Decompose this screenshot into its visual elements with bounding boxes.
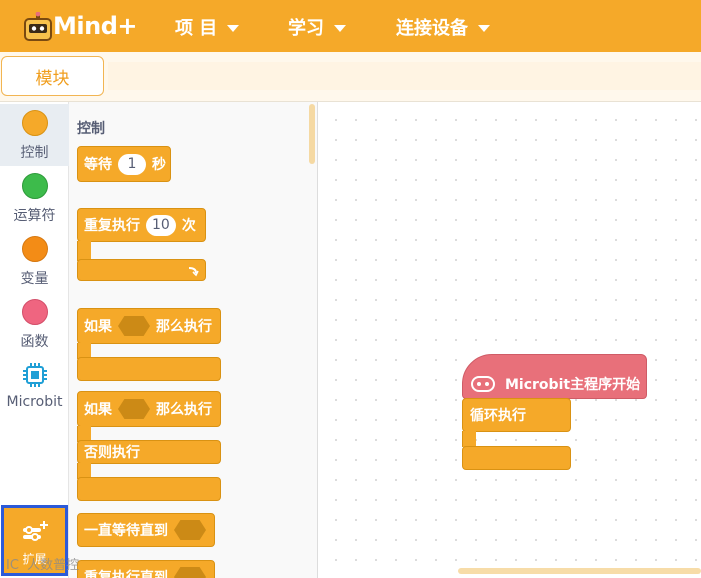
tab-row-strip: [108, 62, 701, 90]
forever-loop-block[interactable]: 循环执行: [462, 398, 571, 432]
if-block-foot: [77, 357, 221, 381]
robot-logo-icon: [24, 12, 52, 41]
tab-modules[interactable]: 模块: [1, 56, 104, 96]
chevron-down-icon: [478, 25, 490, 32]
block-text: 否则执行: [84, 445, 140, 461]
repeat-times-block[interactable]: 重复执行 10 次: [77, 208, 206, 242]
block-text: 如果: [84, 402, 112, 418]
loop-arrow-icon: [188, 267, 199, 277]
block-text: 循环执行: [470, 408, 526, 424]
category-functions[interactable]: 函数: [0, 293, 69, 355]
else-row: 否则执行: [77, 440, 221, 464]
block-text: 一直等待直到: [84, 523, 168, 539]
extension-add-icon: [22, 521, 48, 541]
if-else-block[interactable]: 如果 那么执行: [77, 391, 221, 427]
palette-section-title: 控制: [77, 121, 105, 137]
hat-block-label: Microbit主程序开始: [505, 376, 641, 393]
category-microbit[interactable]: Microbit: [0, 358, 69, 420]
category-label: Microbit: [6, 394, 63, 410]
repeat-block-foot: [77, 259, 206, 281]
forever-loop-arm: [462, 431, 476, 447]
menu-learn-label: 学习: [288, 18, 324, 39]
variables-color-dot: [21, 236, 48, 262]
block-palette: 控制 等待 1 秒 重复执行 10 次 如果 那么执行 如果 那么执行 否则执行: [69, 102, 318, 578]
condition-slot[interactable]: [118, 316, 150, 336]
microbit-main-start-block[interactable]: Microbit主程序开始: [462, 354, 647, 399]
microbit-chip-icon: [22, 363, 47, 387]
category-label: 变量: [20, 271, 49, 287]
menu-learn[interactable]: 学习: [288, 14, 346, 40]
category-label: 运算符: [13, 208, 56, 224]
condition-slot[interactable]: [174, 520, 206, 540]
category-variables[interactable]: 变量: [0, 230, 69, 292]
wait-seconds-block[interactable]: 等待 1 秒: [77, 146, 171, 182]
tab-row: 模块: [0, 52, 701, 102]
menu-project[interactable]: 项 目: [175, 14, 240, 40]
category-operators[interactable]: 运算符: [0, 167, 69, 229]
category-label: 控制: [20, 145, 49, 161]
functions-color-dot: [21, 299, 48, 325]
wait-seconds-input[interactable]: 1: [118, 153, 146, 175]
block-text: 秒: [152, 157, 166, 173]
block-text: 次: [181, 218, 196, 234]
forever-loop-foot: [462, 446, 571, 470]
control-color-dot: [21, 110, 48, 136]
menu-connect-device[interactable]: 连接设备: [396, 14, 490, 40]
repeat-count-input[interactable]: 10: [146, 214, 176, 236]
if-then-block[interactable]: 如果 那么执行: [77, 308, 221, 344]
menu-project-label: 项 目: [175, 18, 218, 39]
block-text: 那么执行: [156, 402, 212, 418]
if-else-block-foot: [77, 477, 221, 501]
microbit-board-icon: [471, 376, 495, 392]
menu-connect-device-label: 连接设备: [396, 18, 468, 39]
block-text: 如果: [84, 319, 112, 335]
watermark-text: IC 人数普控: [6, 558, 80, 573]
operators-color-dot: [21, 173, 48, 199]
block-text: 等待: [84, 157, 112, 173]
chevron-down-icon: [227, 25, 240, 32]
mindplus-logo[interactable]: Mind+: [22, 8, 137, 46]
top-menu-bar: Mind+ 项 目 学习 连接设备: [0, 0, 701, 52]
palette-scrollbar[interactable]: [309, 104, 315, 164]
repeat-until-block[interactable]: 重复执行直到: [77, 560, 215, 578]
workspace-horizontal-scrollbar[interactable]: [458, 568, 701, 574]
repeat-block-arm: [77, 241, 91, 261]
category-label: 函数: [20, 334, 49, 350]
condition-slot[interactable]: [118, 399, 150, 419]
category-sidebar: 控制 运算符 变量 函数 Microbit 扩展: [0, 102, 69, 578]
chevron-down-icon: [334, 25, 346, 32]
category-control[interactable]: 控制: [0, 104, 69, 166]
script-workspace[interactable]: Microbit主程序开始 循环执行: [318, 102, 701, 578]
condition-slot[interactable]: [174, 567, 206, 578]
block-text: 重复执行: [84, 218, 140, 234]
wait-until-block[interactable]: 一直等待直到: [77, 513, 215, 547]
block-text: 重复执行直到: [84, 570, 168, 578]
block-text: 那么执行: [156, 319, 212, 335]
logo-text: Mind+: [53, 12, 137, 40]
